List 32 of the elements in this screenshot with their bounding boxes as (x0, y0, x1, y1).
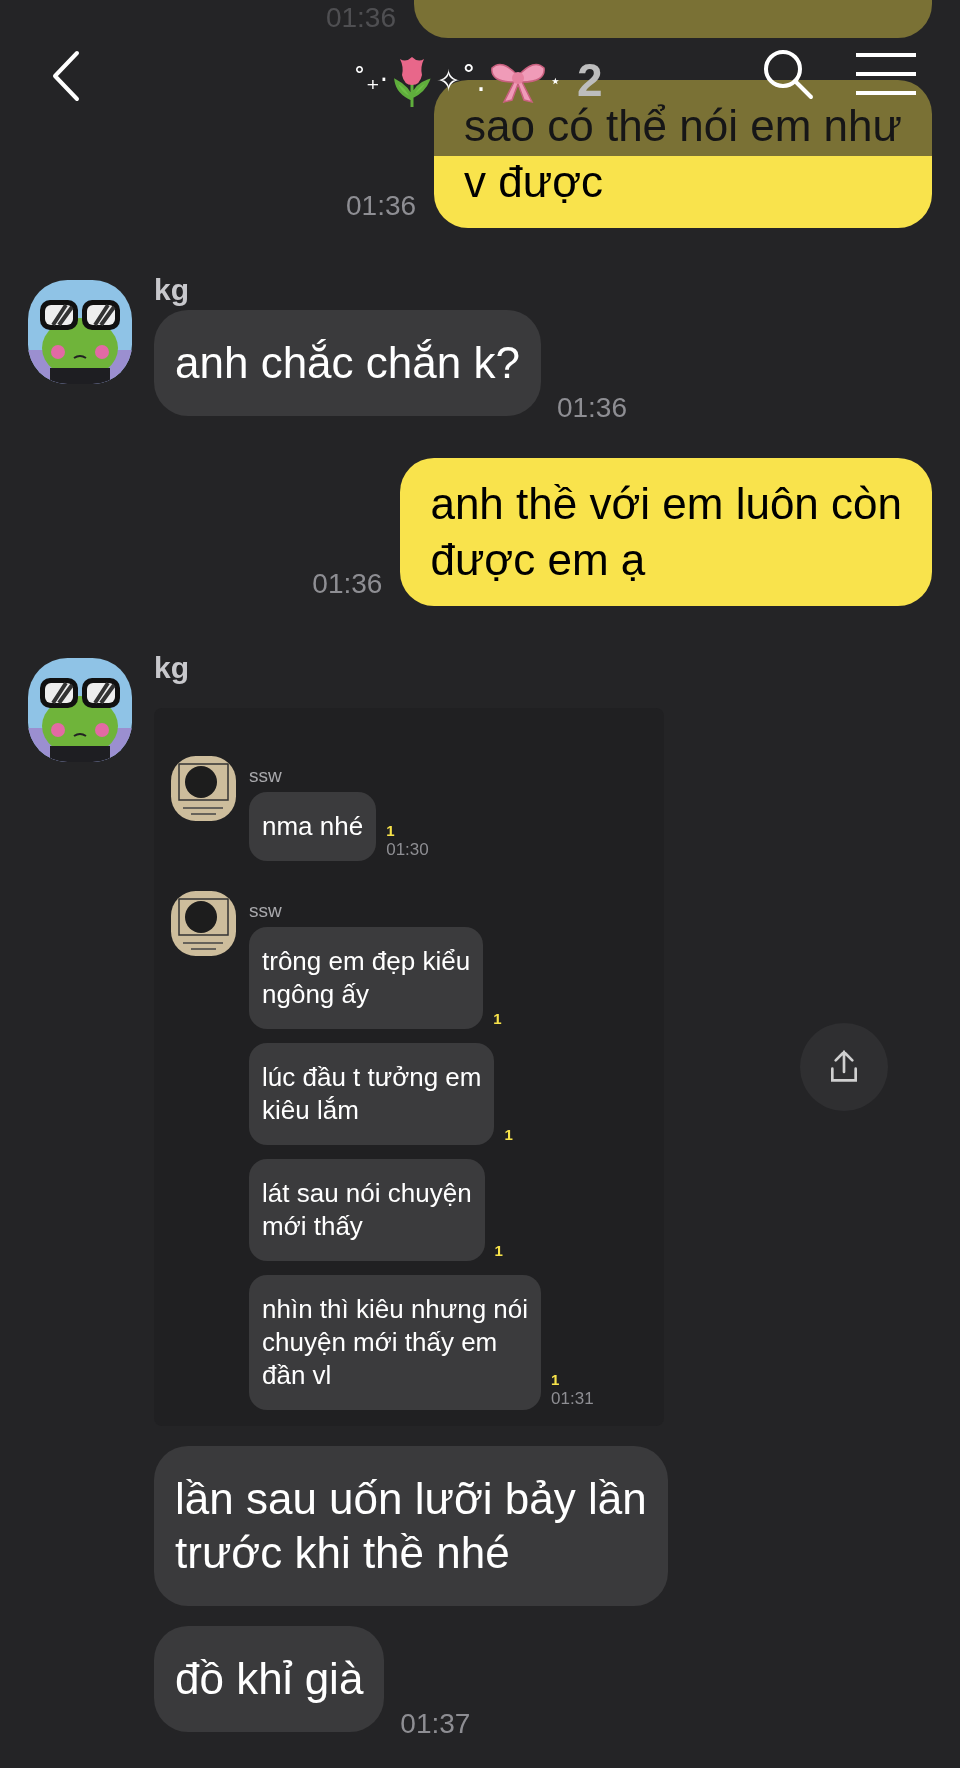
message-bubble: lúc đầu t tưởng em kiêu lắm (249, 1043, 495, 1145)
sender-name: ssw (249, 899, 283, 923)
unread-count: 1 (386, 822, 396, 840)
record-avatar-drawing (171, 756, 236, 821)
message-time: 01:37 (400, 1708, 471, 1740)
title-decoration: ˚₊‧ (353, 64, 388, 97)
sender-name: ssw (249, 764, 283, 788)
message-bubble: trông em đẹp kiểu ngông ấy (249, 927, 484, 1029)
unread-count: 1 (504, 1126, 513, 1144)
menu-icon (856, 52, 916, 96)
title-decoration: ✧˚. (436, 62, 486, 100)
message-time: 01:36 (556, 392, 627, 424)
sender-name: kg (154, 650, 190, 686)
message-bubble: anh chắc chắn k? (154, 310, 541, 416)
back-icon (51, 49, 81, 103)
unread-count: 1 (493, 1010, 502, 1028)
record-avatar-drawing (171, 891, 236, 956)
message-bubble: đồ khỉ già (154, 1626, 385, 1732)
message-bubble: anh thề với em luôn còn được em ạ (400, 458, 932, 606)
search-icon (762, 48, 814, 100)
message-time: 01:36 (346, 190, 417, 222)
message-bubble: lát sau nói chuyện mới thấy (249, 1159, 485, 1261)
sender-name: kg (154, 272, 190, 308)
message-time: 01:30 (386, 840, 429, 860)
message-bubble: nma nhé (249, 792, 377, 861)
unread-count: 1 (551, 1371, 561, 1389)
unread-count: 1 (494, 1242, 503, 1260)
title-decoration: ⋆ (549, 69, 561, 93)
message-time: 01:36 (312, 568, 383, 600)
message-bubble: nhìn thì kiêu nhưng nói chuyện mới thấy em đần vl (249, 1275, 542, 1410)
message-time: 01:31 (551, 1389, 594, 1409)
message-bubble: lần sau uốn lưỡi bảy lần trước khi thề nhé (154, 1446, 668, 1606)
